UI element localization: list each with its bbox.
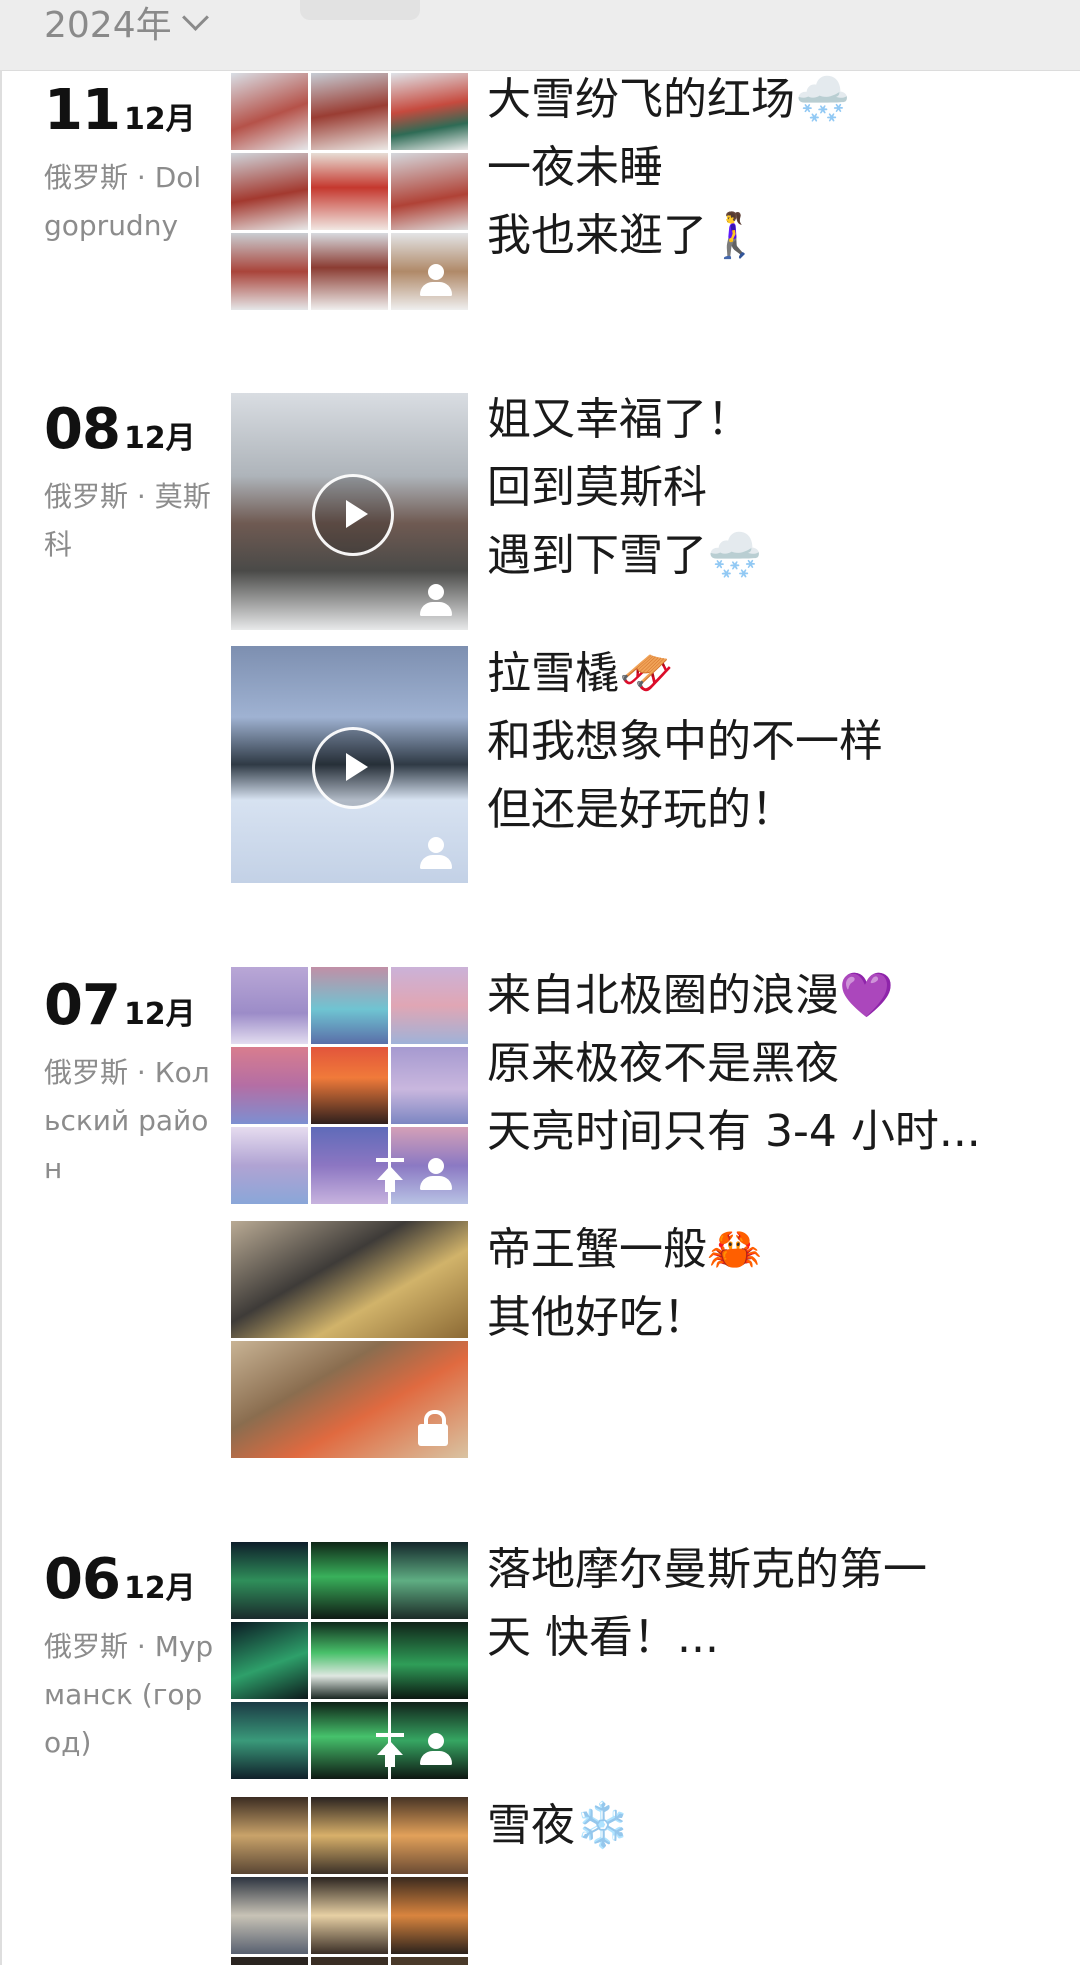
top-bar: 2024年 [0,0,1080,71]
date-month: 12月 [123,1571,196,1606]
chevron-down-icon [181,3,209,31]
post-media[interactable] [231,1542,468,1779]
lock-icon [418,1410,448,1446]
person-icon [418,264,454,298]
post-media[interactable] [231,1797,468,1965]
post-media[interactable] [231,1221,468,1458]
entry-location[interactable]: 俄罗斯 · Кольский район [44,1049,214,1193]
entry-date: 06 12月 [44,1547,196,1612]
entry-location[interactable]: 俄罗斯 · 莫斯科 [44,473,214,569]
upload-icon [372,1158,408,1192]
post-media[interactable] [231,393,468,630]
post-caption[interactable]: 落地摩尔曼斯克的第一天 快看！... [487,1536,967,1672]
play-icon[interactable] [311,726,394,809]
post-caption[interactable]: 帝王蟹一般🦀 其他好吃！ [487,1216,1047,1352]
post-caption[interactable]: 大雪纷飞的红场🌨️ 一夜未睡 我也来逛了🚶‍♀️ [487,66,1047,270]
date-day: 11 [44,78,121,143]
post-caption[interactable]: 姐又幸福了！ 回到莫斯科 遇到下雪了🌨️ [487,386,1047,590]
person-icon [418,1158,454,1192]
year-label: 2024年 [44,5,172,46]
entry-location[interactable]: 俄罗斯 · Dolgoprudny [44,154,214,250]
entry-date: 08 12月 [44,397,196,462]
upload-icon [372,1733,408,1767]
entry-location[interactable]: 俄罗斯 · Мурманск (город) [44,1623,214,1767]
entry-date: 11 12月 [44,78,196,143]
date-day: 06 [44,1547,121,1612]
date-day: 07 [44,973,121,1038]
post-caption[interactable]: 拉雪橇🛷 和我想象中的不一样 但还是好玩的！ [487,640,1047,844]
post-media[interactable] [231,967,468,1204]
post-media[interactable] [231,646,468,883]
entry-date: 07 12月 [44,973,196,1038]
date-month: 12月 [123,997,196,1032]
person-icon [418,1733,454,1767]
person-icon [418,584,454,618]
post-caption[interactable]: 雪夜❄️ [487,1792,1047,1860]
year-selector[interactable]: 2024年 [44,0,209,46]
top-handle [300,0,420,20]
date-month: 12月 [123,102,196,137]
post-media[interactable] [231,73,468,310]
play-icon[interactable] [311,473,394,556]
date-month: 12月 [123,421,196,456]
date-day: 08 [44,397,121,462]
person-icon [418,837,454,871]
timeline-divider [0,70,2,1965]
post-caption[interactable]: 来自北极圈的浪漫💜 原来极夜不是黑夜 天亮时间只有 3-4 小时... [487,962,1047,1166]
